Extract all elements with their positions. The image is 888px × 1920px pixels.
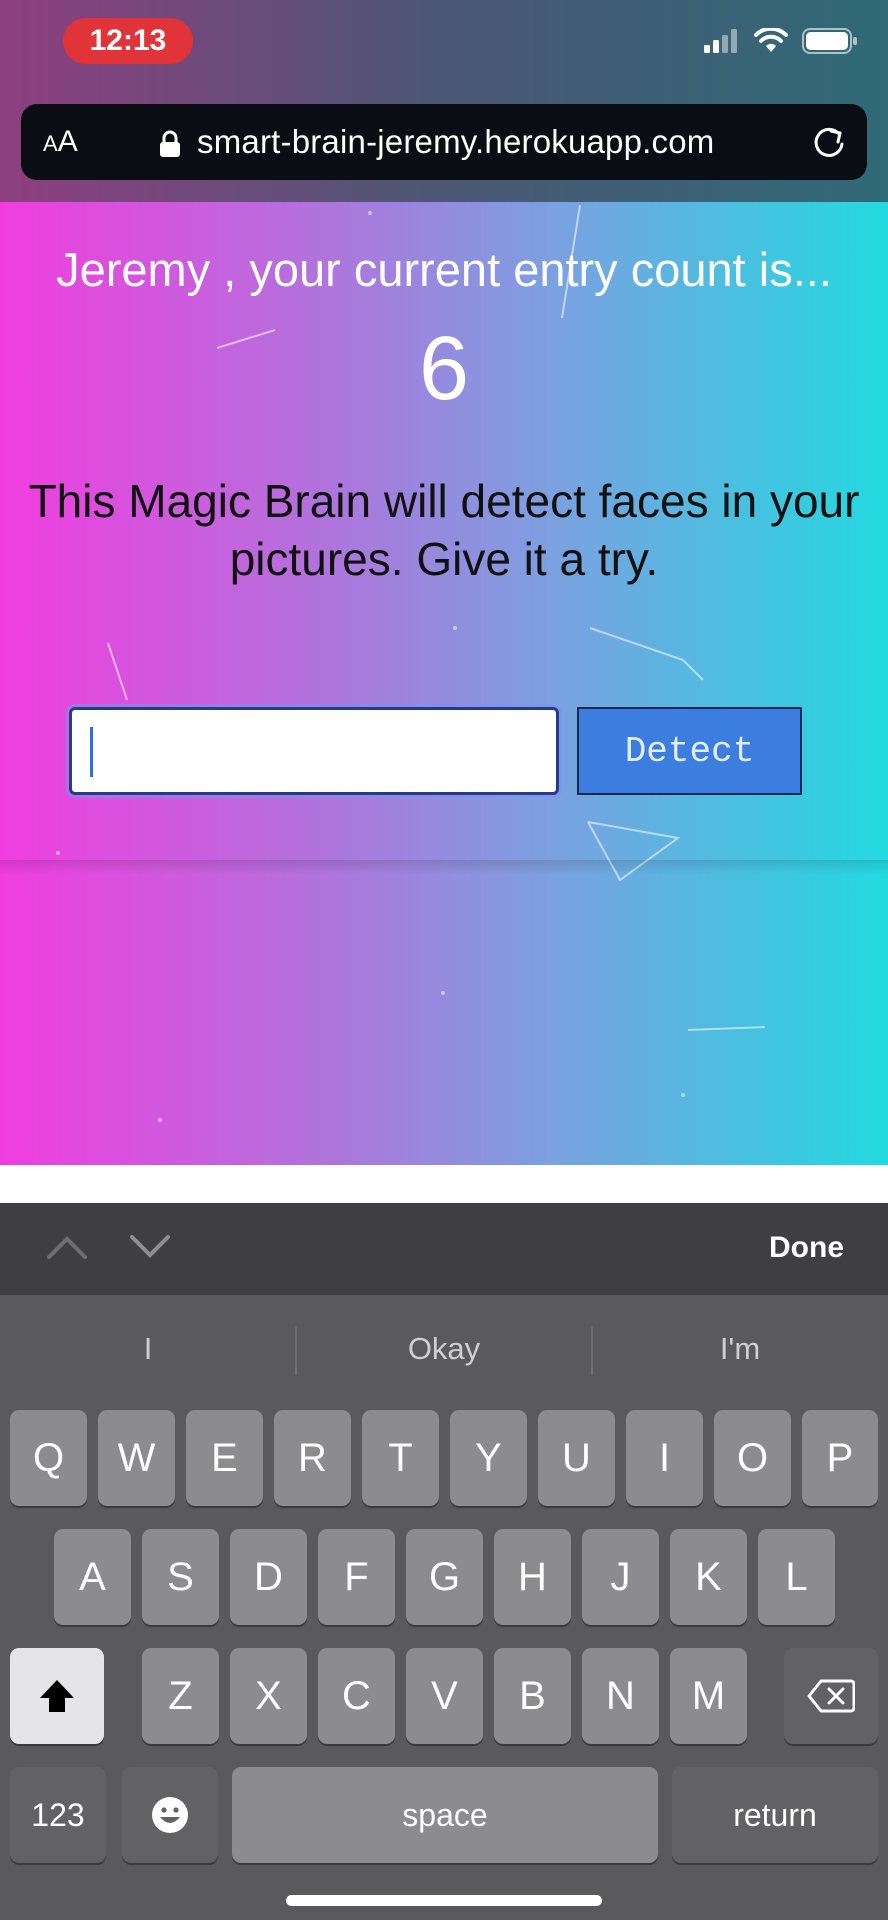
emoji-icon: [152, 1797, 188, 1833]
chevron-up-icon[interactable]: [45, 1233, 89, 1261]
wifi-icon: [754, 28, 788, 52]
return-key[interactable]: return: [672, 1767, 878, 1863]
image-url-input[interactable]: [69, 707, 559, 795]
browser-address-area: AA smart-brain-jeremy.herokuapp.com: [0, 100, 888, 202]
key-e[interactable]: E: [186, 1410, 263, 1506]
keyboard: I Okay I'm Q W E R T Y U I O P A S D F G…: [0, 1295, 888, 1920]
key-b[interactable]: B: [494, 1648, 571, 1744]
lock-icon: [160, 130, 180, 157]
numbers-key[interactable]: 123: [10, 1767, 106, 1863]
entry-count-value: 6: [418, 319, 470, 419]
app-description: This Magic Brain will detect faces in yo…: [28, 475, 860, 585]
key-n[interactable]: N: [582, 1648, 659, 1744]
suggestion-item[interactable]: Okay: [296, 1331, 592, 1367]
space-key[interactable]: space: [232, 1767, 658, 1863]
key-q[interactable]: Q: [10, 1410, 87, 1506]
status-bar: 12:13: [0, 0, 888, 100]
done-button[interactable]: Done: [769, 1231, 844, 1265]
key-s[interactable]: S: [142, 1529, 219, 1625]
keyboard-accessory-bar: Done: [0, 1203, 888, 1295]
key-f[interactable]: F: [318, 1529, 395, 1625]
form-card-shadow: [0, 860, 888, 874]
key-w[interactable]: W: [98, 1410, 175, 1506]
key-o[interactable]: O: [714, 1410, 791, 1506]
reader-options-button[interactable]: AA: [43, 125, 78, 159]
chevron-down-icon[interactable]: [128, 1233, 172, 1261]
key-m[interactable]: M: [670, 1648, 747, 1744]
key-r[interactable]: R: [274, 1410, 351, 1506]
text-cursor: [90, 727, 93, 777]
key-k[interactable]: K: [670, 1529, 747, 1625]
key-v[interactable]: V: [406, 1648, 483, 1744]
aa-small-label: A: [43, 131, 58, 156]
battery-icon: [802, 28, 857, 54]
entry-count-message: Jeremy , your current entry count is...: [56, 243, 832, 296]
reload-icon[interactable]: [809, 122, 849, 162]
detect-button[interactable]: Detect: [577, 707, 802, 795]
key-h[interactable]: H: [494, 1529, 571, 1625]
key-g[interactable]: G: [406, 1529, 483, 1625]
key-x[interactable]: X: [230, 1648, 307, 1744]
suggestion-item[interactable]: I'm: [592, 1331, 888, 1367]
key-z[interactable]: Z: [142, 1648, 219, 1744]
delete-key[interactable]: [784, 1648, 878, 1744]
aa-big-label: A: [57, 125, 78, 158]
suggestion-bar: I Okay I'm: [0, 1295, 888, 1402]
key-j[interactable]: J: [582, 1529, 659, 1625]
signal-icon: [704, 29, 737, 53]
url-text: smart-brain-jeremy.herokuapp.com: [197, 123, 715, 160]
key-a[interactable]: A: [54, 1529, 131, 1625]
key-d[interactable]: D: [230, 1529, 307, 1625]
key-t[interactable]: T: [362, 1410, 439, 1506]
key-p[interactable]: P: [802, 1410, 878, 1506]
emoji-key[interactable]: [122, 1767, 218, 1863]
status-time[interactable]: 12:13: [63, 18, 193, 64]
key-y[interactable]: Y: [450, 1410, 527, 1506]
key-u[interactable]: U: [538, 1410, 615, 1506]
delete-icon: [807, 1679, 855, 1713]
key-c[interactable]: C: [318, 1648, 395, 1744]
key-l[interactable]: L: [758, 1529, 835, 1625]
address-bar[interactable]: AA smart-brain-jeremy.herokuapp.com: [21, 104, 867, 180]
shift-icon: [40, 1680, 74, 1712]
key-i[interactable]: I: [626, 1410, 703, 1506]
home-indicator: [286, 1895, 602, 1906]
shift-key[interactable]: [10, 1648, 104, 1744]
suggestion-item[interactable]: I: [0, 1331, 296, 1367]
